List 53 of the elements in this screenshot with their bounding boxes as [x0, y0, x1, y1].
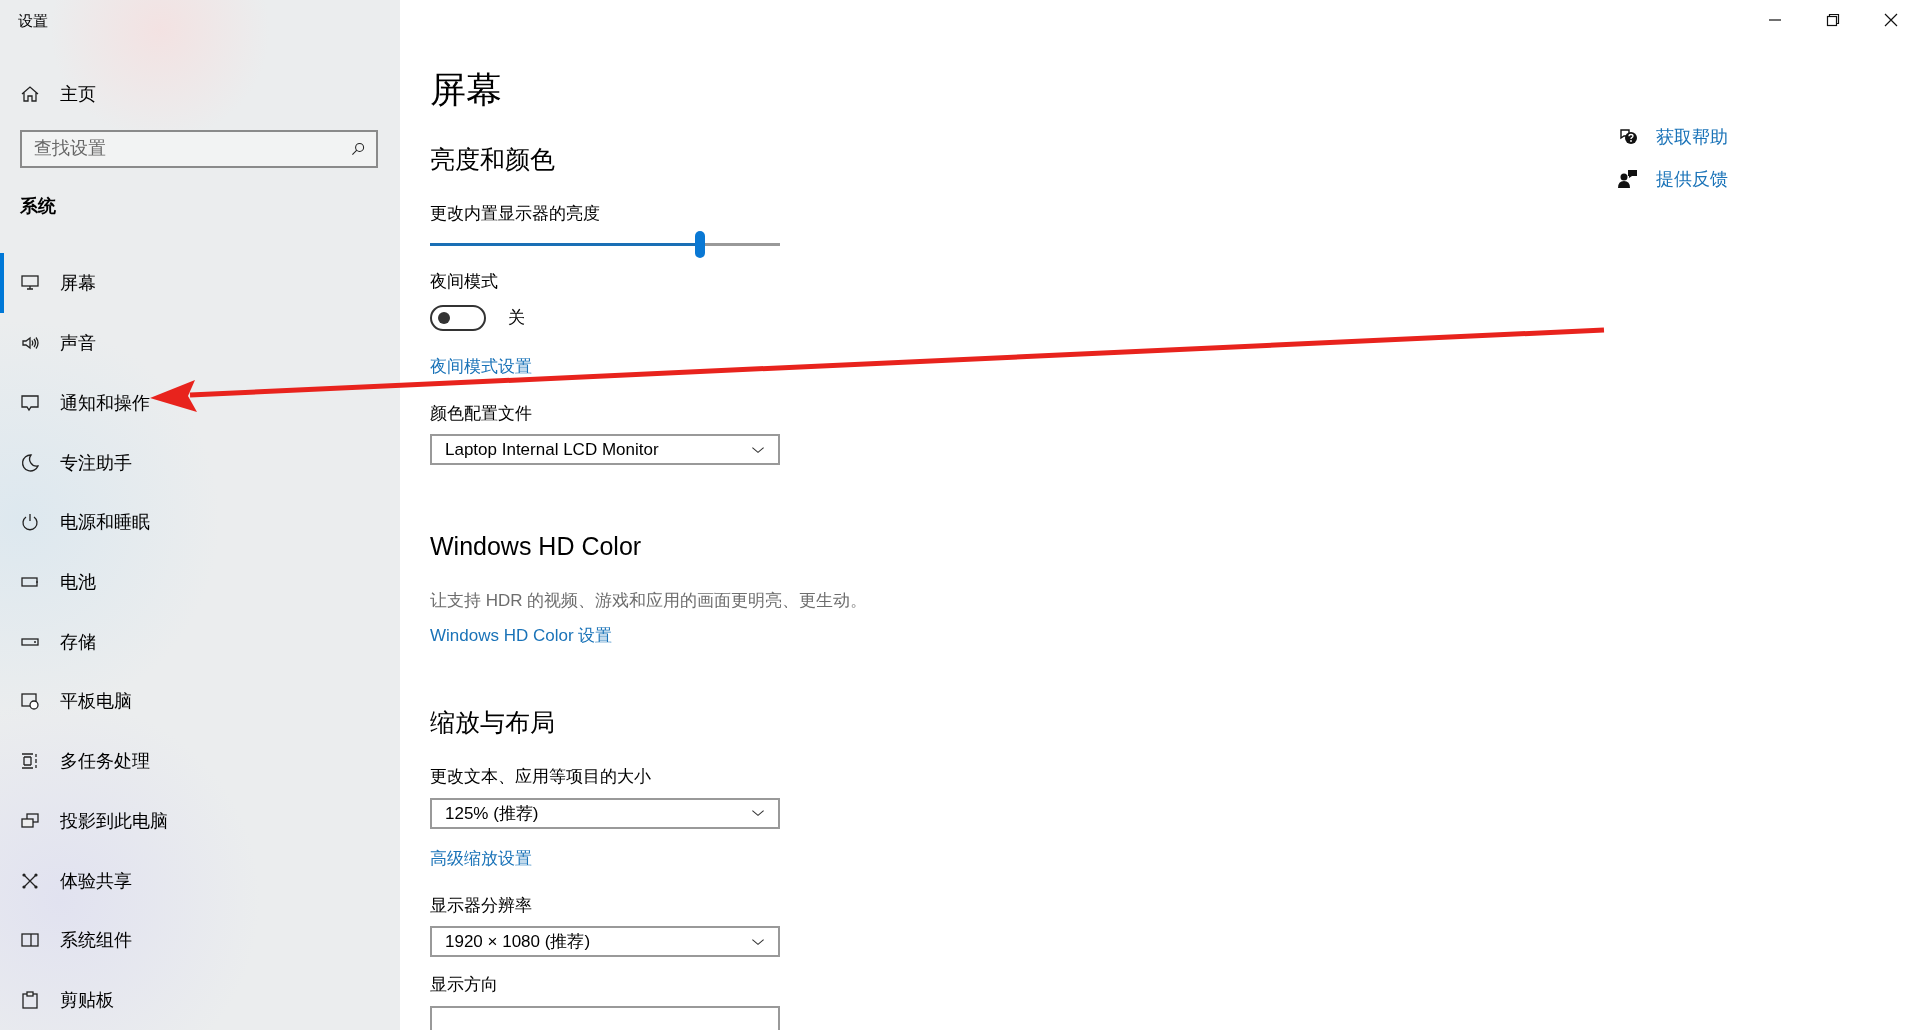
setting-label: 显示器分辨率 — [430, 895, 532, 917]
setting-label: 显示方向 — [430, 975, 498, 996]
nav-item[interactable]: 系统组件 — [0, 910, 400, 971]
setting-label: 更改内置显示器的亮度 — [430, 204, 600, 225]
moon-icon — [20, 452, 40, 473]
search-field[interactable]: 查找设置 — [20, 129, 378, 168]
tablet-icon — [20, 691, 40, 712]
home-link[interactable]: 主页 — [0, 69, 400, 118]
settings-link[interactable]: 夜间模式设置 — [430, 354, 532, 378]
nav-item[interactable]: 投影到此电脑 — [0, 791, 400, 851]
dropdown[interactable] — [430, 1005, 780, 1030]
section-heading: 系统 — [19, 194, 57, 218]
setting-label: 更改文本、应用等项目的大小 — [430, 767, 651, 788]
nav-item[interactable]: 存储 — [0, 611, 400, 672]
dropdown[interactable]: 1920 × 1080 (推荐) — [430, 926, 780, 958]
section-heading: 缩放与布局 — [430, 707, 555, 738]
dropdown[interactable]: 125% (推荐) — [430, 797, 780, 829]
nav-item[interactable]: 声音 — [0, 313, 400, 373]
nav-item[interactable]: 电池 — [0, 552, 400, 612]
restore-icon — [1826, 13, 1840, 27]
nav-item[interactable]: 平板电脑 — [0, 671, 400, 732]
setting-label: 夜间模式 — [430, 272, 498, 293]
clipboard-icon — [20, 990, 40, 1011]
help-link[interactable]: 获取帮助 — [1580, 125, 1880, 149]
description-text: 让支持 HDR 的视频、游戏和应用的画面更明亮、更生动。 — [430, 590, 868, 613]
setting-label: 颜色配置文件 — [430, 403, 532, 425]
settings-link[interactable]: Windows HD Color 设置 — [430, 624, 613, 648]
nav-item[interactable]: 通知和操作 — [0, 372, 400, 433]
help-link[interactable]: 提供反馈 — [1580, 167, 1880, 191]
nav-item[interactable]: 剪贴板 — [0, 970, 400, 1030]
brightness-slider[interactable] — [430, 232, 780, 257]
section-heading: Windows HD Color — [430, 531, 642, 562]
message-icon — [20, 392, 40, 413]
power-icon — [20, 512, 40, 533]
nav-item[interactable]: 体验共享 — [0, 850, 400, 911]
toggle-state-label: 关 — [508, 307, 525, 330]
section-heading: 亮度和颜色 — [430, 144, 555, 174]
dropdown[interactable]: Laptop Internal LCD Monitor — [430, 434, 780, 466]
settings-link[interactable]: 高级缩放设置 — [430, 846, 532, 870]
projector-icon — [20, 810, 40, 831]
window-title: 设置 — [17, 11, 49, 31]
close-icon — [1884, 13, 1898, 27]
multitask-icon — [20, 751, 40, 772]
nav-item[interactable]: 多任务处理 — [0, 731, 400, 792]
nav-item[interactable]: 专注助手 — [0, 432, 400, 493]
search-icon — [350, 140, 366, 157]
page-title: 屏幕 — [430, 72, 502, 108]
slider-thumb[interactable] — [694, 230, 705, 258]
toggle-switch[interactable] — [430, 304, 486, 331]
question-bubble-icon — [1618, 127, 1638, 147]
nav-item[interactable]: 电源和睡眠 — [0, 492, 400, 553]
person-speech-icon — [1618, 169, 1638, 189]
nav-item[interactable]: 屏幕 — [0, 253, 400, 314]
